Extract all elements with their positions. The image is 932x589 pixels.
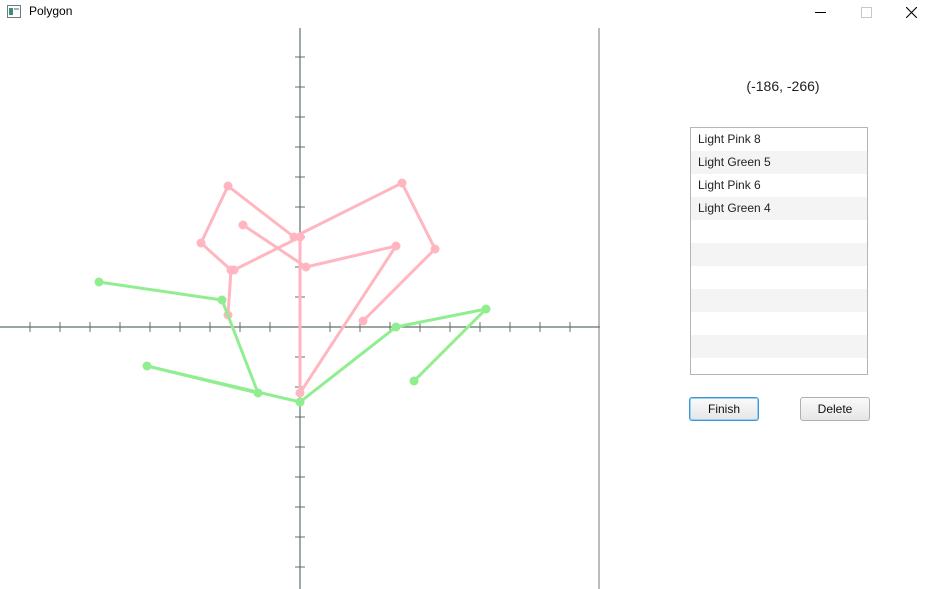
- polygon-vertex: [358, 316, 368, 326]
- list-empty-row: [691, 243, 867, 266]
- polygon-vertex: [217, 295, 227, 305]
- polygon-vertex: [391, 322, 401, 332]
- polygon-edges: [299, 307, 488, 404]
- list-empty-row: [691, 358, 867, 374]
- polygon-vertex: [196, 238, 206, 248]
- polygon-edges: [199, 181, 437, 323]
- polygon-vertex: [397, 178, 407, 188]
- list-item[interactable]: Light Pink 6: [691, 174, 867, 197]
- maximize-button[interactable]: [843, 0, 889, 24]
- polygon-vertex: [301, 262, 311, 272]
- app-window-icon: [7, 5, 21, 18]
- coordinate-readout: (-186, -266): [746, 78, 820, 94]
- polygon-vertex: [238, 220, 248, 230]
- title-bar: Polygon: [0, 0, 932, 24]
- close-button[interactable]: [888, 0, 932, 24]
- polygon-vertex: [229, 265, 239, 275]
- list-item[interactable]: Light Green 4: [691, 197, 867, 220]
- list-item[interactable]: Light Green 5: [691, 151, 867, 174]
- polygon-vertex: [295, 388, 305, 398]
- polygon-vertex: [295, 397, 305, 407]
- list-empty-row: [691, 289, 867, 312]
- polygon-vertex: [391, 241, 401, 251]
- delete-button[interactable]: Delete: [800, 397, 870, 421]
- finish-button[interactable]: Finish: [689, 397, 759, 421]
- polygon-vertex: [94, 277, 104, 287]
- polygon-vertex: [409, 376, 419, 386]
- list-empty-row: [691, 220, 867, 243]
- polygon-edges: [98, 280, 301, 404]
- polygon-vertex: [223, 181, 233, 191]
- maximize-icon: [860, 6, 872, 18]
- list-empty-row: [691, 266, 867, 289]
- minimize-button[interactable]: [797, 0, 843, 24]
- polygon-vertex: [295, 232, 305, 242]
- polygon-vertex: [481, 304, 491, 314]
- drawing-canvas[interactable]: [0, 24, 600, 589]
- list-empty-row: [691, 335, 867, 358]
- polygon-vertex: [430, 244, 440, 254]
- polygon-vertex: [253, 388, 263, 398]
- polygon-edges: [233, 223, 398, 395]
- list-empty-row: [691, 312, 867, 335]
- window-title: Polygon: [29, 4, 73, 18]
- polygon-list[interactable]: Light Pink 8 Light Green 5 Light Pink 6 Lig…: [690, 127, 868, 375]
- close-icon: [905, 6, 917, 18]
- polygon-vertex: [142, 361, 152, 371]
- list-item[interactable]: Light Pink 8: [691, 128, 867, 151]
- minimize-icon: [814, 11, 826, 13]
